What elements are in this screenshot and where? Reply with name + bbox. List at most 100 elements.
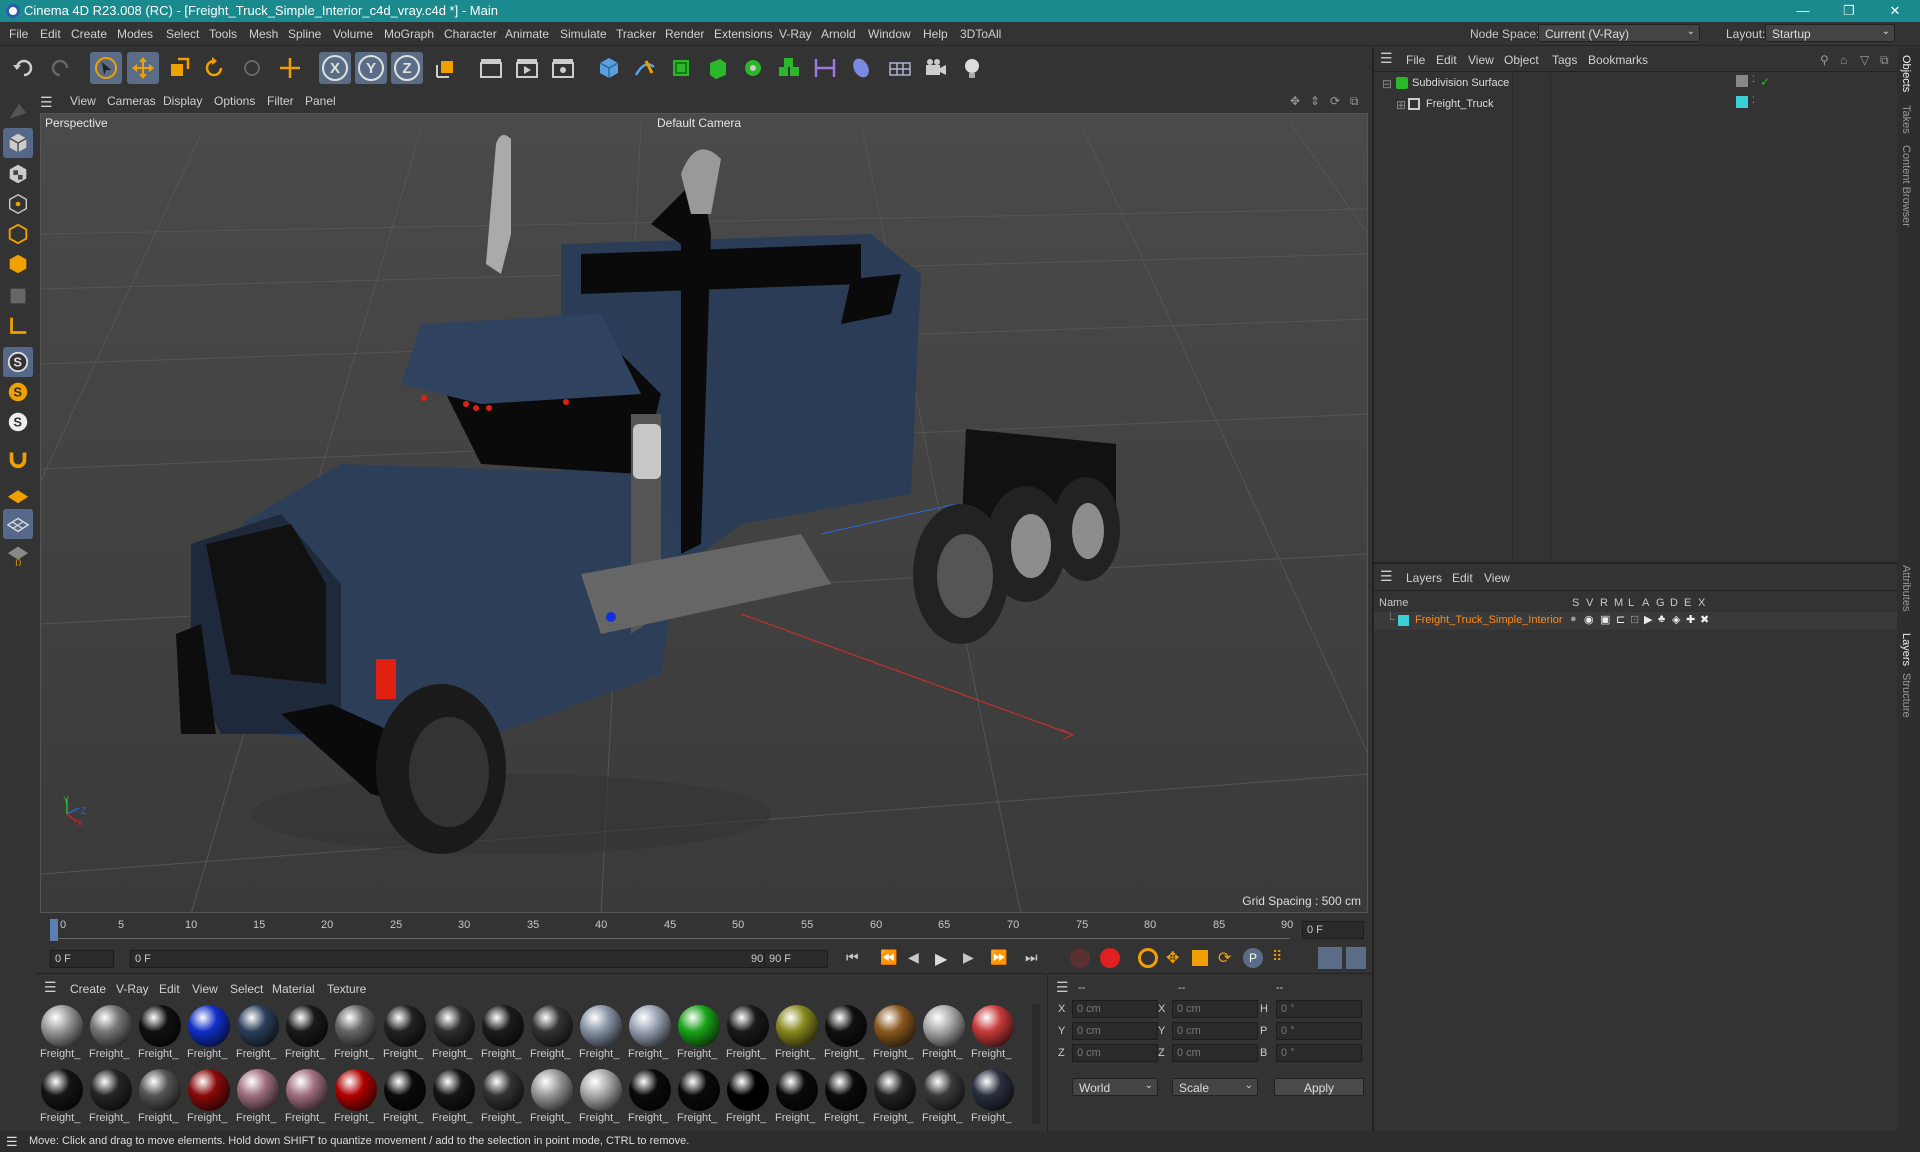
redo-button[interactable] bbox=[44, 52, 76, 84]
vp-menu-panel[interactable]: Panel bbox=[305, 94, 336, 108]
hamburger-icon[interactable]: ☰ bbox=[1380, 568, 1393, 585]
visible-eye-icon[interactable]: ◉ bbox=[1584, 613, 1594, 626]
manager-icon[interactable]: ⊏ bbox=[1616, 613, 1625, 626]
menu-render[interactable]: Render bbox=[665, 27, 704, 41]
menu-edit[interactable]: Edit bbox=[40, 27, 61, 41]
obj-menu-bookmarks[interactable]: Bookmarks bbox=[1588, 53, 1648, 67]
hamburger-icon[interactable]: ☰ bbox=[1056, 979, 1069, 996]
mat-menu-vray[interactable]: V-Ray bbox=[116, 982, 149, 996]
autokey-icon[interactable] bbox=[1100, 948, 1120, 968]
menu-vray[interactable]: V-Ray bbox=[779, 27, 812, 41]
animation-play-icon[interactable]: ▶ bbox=[1644, 613, 1652, 626]
field-button[interactable] bbox=[845, 52, 877, 84]
viewport-3d[interactable]: Perspective Default Camera Y Z X Grid Sp… bbox=[40, 113, 1368, 913]
material-swatch[interactable]: Freight_ bbox=[726, 1004, 770, 1066]
points-mode-button[interactable] bbox=[3, 189, 33, 219]
obj-menu-object[interactable]: Object bbox=[1504, 53, 1539, 67]
vp-menu-cameras[interactable]: Cameras bbox=[107, 94, 156, 108]
lock-z-axis-button[interactable]: Z bbox=[391, 52, 423, 84]
vp-menu-display[interactable]: Display bbox=[163, 94, 202, 108]
menu-mograph[interactable]: MoGraph bbox=[384, 27, 434, 41]
key-rotation-icon[interactable]: ⟳ bbox=[1218, 948, 1231, 968]
menu-animate[interactable]: Animate bbox=[505, 27, 549, 41]
mat-menu-create[interactable]: Create bbox=[70, 982, 106, 996]
next-key-icon[interactable]: ⏩ bbox=[990, 949, 1007, 966]
menu-file[interactable]: File bbox=[9, 27, 28, 41]
mograph-button[interactable] bbox=[773, 52, 805, 84]
menu-arnold[interactable]: Arnold bbox=[821, 27, 856, 41]
menu-simulate[interactable]: Simulate bbox=[560, 27, 607, 41]
coord-value-field[interactable]: 0 ° bbox=[1276, 1044, 1362, 1062]
visibility-dots-icon[interactable]: ⁚ bbox=[1752, 74, 1755, 85]
tab-content-browser[interactable]: Content Browser bbox=[1900, 145, 1912, 227]
coordinate-system-button[interactable] bbox=[430, 52, 462, 84]
hamburger-icon[interactable]: ☰ bbox=[1380, 50, 1393, 67]
menu-tools[interactable]: Tools bbox=[209, 27, 237, 41]
motion-system-icon[interactable] bbox=[1318, 947, 1342, 969]
material-swatch[interactable]: Freight_ bbox=[726, 1068, 770, 1130]
layout-dropdown[interactable]: Startup ⌄ bbox=[1765, 24, 1895, 42]
snap-button[interactable]: S bbox=[3, 347, 33, 377]
material-swatch[interactable]: Freight_ bbox=[138, 1004, 182, 1066]
menu-create[interactable]: Create bbox=[71, 27, 107, 41]
key-position-icon[interactable]: ✥ bbox=[1166, 948, 1179, 968]
material-swatch[interactable]: Freight_ bbox=[40, 1068, 84, 1130]
coord-value-field[interactable]: 0 ° bbox=[1276, 1000, 1362, 1018]
menu-mesh[interactable]: Mesh bbox=[249, 27, 278, 41]
timeline-ruler[interactable]: 0 5 10 15 20 25 30 35 40 45 50 55 60 65 … bbox=[40, 913, 1370, 947]
layer-menu-view[interactable]: View bbox=[1484, 571, 1510, 585]
obj-menu-tags[interactable]: Tags bbox=[1552, 53, 1577, 67]
layer-flag-header[interactable]: V bbox=[1586, 597, 1593, 609]
apply-button[interactable]: Apply bbox=[1274, 1078, 1364, 1096]
lock-y-axis-button[interactable]: Y bbox=[355, 52, 387, 84]
material-swatch[interactable]: Freight_ bbox=[285, 1004, 329, 1066]
menu-spline[interactable]: Spline bbox=[288, 27, 321, 41]
make-editable-button[interactable] bbox=[3, 97, 33, 127]
layer-tag-icon[interactable] bbox=[1736, 75, 1748, 87]
rotate-tool-button[interactable] bbox=[198, 52, 230, 84]
material-swatch[interactable]: Freight_ bbox=[579, 1004, 623, 1066]
material-swatch[interactable]: Freight_ bbox=[873, 1004, 917, 1066]
menu-select[interactable]: Select bbox=[166, 27, 199, 41]
key-parameter-icon[interactable]: P bbox=[1243, 948, 1263, 968]
layer-row[interactable]: └ Freight_Truck_Simple_Interior ● ◉ ▣ ⊏ … bbox=[1374, 612, 1897, 630]
material-swatch[interactable]: Freight_ bbox=[824, 1068, 868, 1130]
material-swatch[interactable]: Freight_ bbox=[334, 1068, 378, 1130]
maximize-view-icon[interactable]: ⧉ bbox=[1350, 94, 1359, 109]
mat-menu-select[interactable]: Select bbox=[230, 982, 263, 996]
material-swatch[interactable]: Freight_ bbox=[236, 1004, 280, 1066]
hamburger-icon[interactable]: ☰ bbox=[6, 1134, 18, 1150]
material-swatch[interactable]: Freight_ bbox=[922, 1004, 966, 1066]
coord-value-field[interactable]: 0 cm bbox=[1072, 1000, 1158, 1018]
minimize-button[interactable]: — bbox=[1780, 0, 1826, 22]
layer-flag-header[interactable]: A bbox=[1642, 597, 1649, 609]
tweak-mode-button[interactable] bbox=[3, 444, 33, 474]
size-mode-dropdown[interactable]: Scale ⌄ bbox=[1172, 1078, 1258, 1096]
material-swatch[interactable]: Freight_ bbox=[922, 1068, 966, 1130]
recent-tool-button[interactable] bbox=[236, 52, 268, 84]
previous-key-icon[interactable]: ⏪ bbox=[880, 949, 897, 966]
home-icon[interactable]: ⌂ bbox=[1840, 53, 1847, 67]
tree-expand-icon[interactable]: ⊞ bbox=[1396, 98, 1406, 112]
dolly-view-icon[interactable]: ⇕ bbox=[1310, 94, 1320, 108]
viewport-camera-name[interactable]: Default Camera bbox=[657, 116, 741, 130]
layer-menu-layers[interactable]: Layers bbox=[1406, 571, 1442, 585]
layer-flag-header[interactable]: X bbox=[1698, 597, 1705, 609]
material-swatch[interactable]: Freight_ bbox=[383, 1068, 427, 1130]
cloner-button[interactable] bbox=[737, 52, 769, 84]
material-swatch[interactable]: Freight_ bbox=[628, 1004, 672, 1066]
coord-value-field[interactable]: 0 cm bbox=[1172, 1044, 1258, 1062]
world-axis-button[interactable] bbox=[274, 52, 306, 84]
snap-workplane-button[interactable]: S bbox=[3, 407, 33, 437]
object-name[interactable]: Subdivision Surface bbox=[1412, 77, 1509, 89]
vp-menu-view[interactable]: View bbox=[70, 94, 96, 108]
current-frame-field[interactable]: 0 F bbox=[1302, 921, 1364, 939]
cube-object-button[interactable] bbox=[593, 52, 625, 84]
camera-button[interactable] bbox=[920, 52, 952, 84]
tab-layers[interactable]: Layers bbox=[1900, 633, 1912, 666]
record-keys-icon[interactable] bbox=[1070, 948, 1090, 968]
restore-button[interactable]: ❐ bbox=[1826, 0, 1872, 22]
material-scrollbar[interactable] bbox=[1032, 1004, 1040, 1124]
undo-button[interactable] bbox=[8, 52, 40, 84]
coord-system-dropdown[interactable]: World ⌄ bbox=[1072, 1078, 1158, 1096]
